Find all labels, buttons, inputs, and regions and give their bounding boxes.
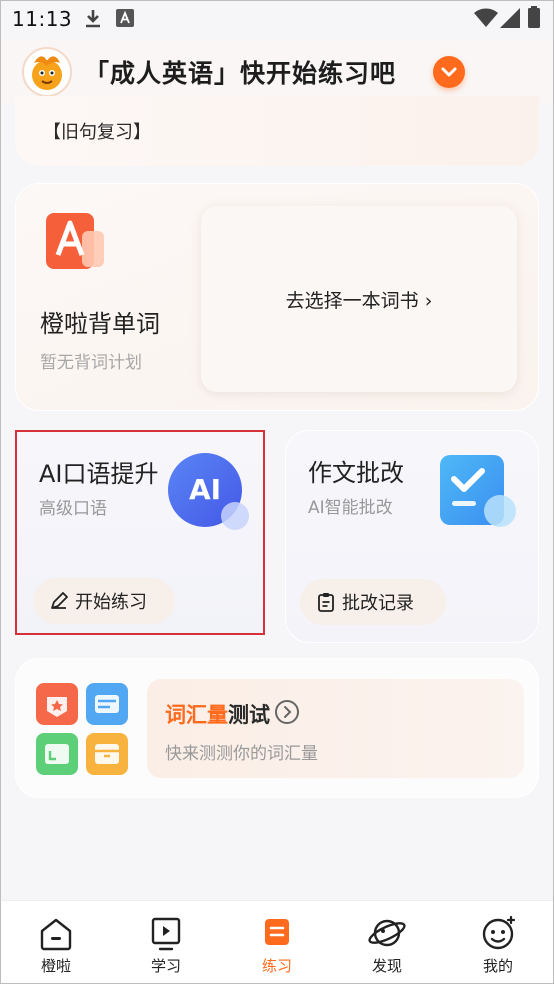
- tab-practice[interactable]: 练习: [237, 913, 317, 976]
- tab-discover-label: 发现: [371, 957, 402, 975]
- signal-icon: [500, 8, 520, 28]
- start-practice-button[interactable]: 开始练习: [33, 578, 175, 624]
- correction-records-button[interactable]: 批改记录: [300, 579, 446, 625]
- chevron-down-icon: [441, 67, 457, 77]
- pencil-icon: [51, 592, 68, 609]
- font-app-icon: [116, 9, 134, 27]
- vocab-title-highlight: 词汇量: [165, 703, 228, 727]
- words-subtitle: 暂无背词计划: [40, 353, 142, 373]
- words-title: 橙啦背单词: [40, 310, 160, 338]
- battery-icon: [528, 6, 540, 28]
- category-dropdown-button[interactable]: [433, 56, 465, 88]
- ai-badge-icon: AI: [168, 453, 249, 530]
- page-title: 「成人英语」快开始练习吧: [84, 59, 397, 88]
- orange-mascot-icon: [32, 56, 62, 90]
- essay-correction-card[interactable]: 作文批改 AI智能批改 批改记录: [285, 430, 539, 643]
- vocabulary-test-panel[interactable]: 词汇量测试 快来测测你的词汇量: [147, 679, 524, 778]
- vocab-apps-icon: [36, 683, 128, 775]
- tab-study-label: 学习: [150, 957, 181, 975]
- tab-study[interactable]: 学习: [126, 913, 206, 976]
- vocab-title-rest: 测试: [228, 703, 270, 727]
- arrow-right-circle-icon[interactable]: [275, 700, 299, 724]
- practice-icon: [265, 919, 289, 945]
- tab-home[interactable]: 橙啦: [16, 913, 96, 976]
- essay-title: 作文批改: [308, 459, 404, 487]
- smile-icon: [482, 915, 516, 950]
- play-icon: [151, 917, 181, 951]
- ai-speaking-card[interactable]: AI口语提升 高级口语 AI 开始练习: [15, 430, 265, 635]
- planet-icon: [368, 919, 406, 947]
- correction-records-label: 批改记录: [342, 593, 414, 614]
- ai-speaking-title: AI口语提升: [39, 460, 159, 488]
- download-icon: [86, 10, 100, 28]
- checklist-icon: [440, 455, 516, 527]
- tab-profile[interactable]: 我的: [458, 913, 538, 976]
- ai-speaking-subtitle: 高级口语: [39, 499, 107, 519]
- word-memorize-card[interactable]: 橙啦背单词 暂无背词计划 去选择一本词书 ›: [15, 183, 539, 411]
- app-header: 「成人英语」快开始练习吧: [0, 40, 554, 104]
- start-practice-label: 开始练习: [75, 592, 147, 613]
- tab-home-label: 橙啦: [40, 957, 71, 975]
- ai-badge-text: AI: [189, 473, 221, 506]
- vocabulary-test-card[interactable]: 词汇量测试 快来测测你的词汇量: [15, 658, 539, 798]
- sentence-review-card[interactable]: 【旧句复习】: [15, 96, 539, 166]
- tab-practice-label: 练习: [261, 957, 292, 975]
- bottom-tab-bar: 橙啦 学习 练习 发现 我的: [0, 900, 554, 984]
- vocab-title: 词汇量测试: [165, 699, 270, 729]
- essay-subtitle: AI智能批改: [308, 498, 393, 518]
- status-time: 11:13: [12, 7, 73, 31]
- wifi-icon: [474, 8, 498, 27]
- home-icon: [40, 918, 72, 951]
- vocab-subtitle: 快来测测你的词汇量: [165, 744, 318, 764]
- review-label: 【旧句复习】: [43, 122, 151, 143]
- select-word-book-button[interactable]: 去选择一本词书 ›: [201, 206, 517, 392]
- tab-discover[interactable]: 发现: [347, 913, 427, 976]
- status-bar: 11:13: [0, 0, 554, 38]
- avatar[interactable]: [22, 47, 72, 97]
- clipboard-icon: [318, 593, 334, 612]
- tab-profile-label: 我的: [482, 957, 513, 975]
- word-book-icon: [46, 213, 104, 269]
